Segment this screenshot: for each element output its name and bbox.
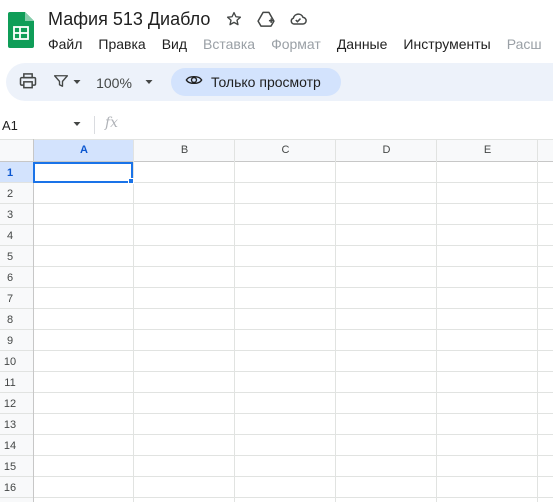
cloud-status-icon[interactable] xyxy=(288,9,308,29)
toolbar: 100% Только просмотр xyxy=(6,63,553,101)
row-header-4[interactable]: 4 xyxy=(0,225,20,246)
row-header-13[interactable]: 13 xyxy=(0,414,20,435)
row-header-9[interactable]: 9 xyxy=(0,330,20,351)
name-box-dropdown-icon[interactable] xyxy=(72,116,82,134)
row-header-10[interactable]: 10 xyxy=(0,351,20,372)
row-header-15[interactable]: 15 xyxy=(0,456,20,477)
row-header-11[interactable]: 11 xyxy=(0,372,20,393)
move-to-drive-icon[interactable] xyxy=(256,9,276,29)
row-header-1[interactable]: 1 xyxy=(0,162,20,183)
zoom-select[interactable]: 100% xyxy=(92,72,158,94)
zoom-value: 100% xyxy=(96,75,132,91)
filter-dropdown-arrow-icon xyxy=(72,74,82,92)
grid-lines xyxy=(0,139,553,502)
menu-tools[interactable]: Инструменты xyxy=(395,36,498,52)
menu-data[interactable]: Данные xyxy=(329,36,396,52)
menu-extensions[interactable]: Расш xyxy=(499,36,550,52)
spreadsheet-grid[interactable]: A B C D E 1 2 3 4 5 6 7 8 9 10 11 12 13 … xyxy=(0,139,553,502)
print-button[interactable] xyxy=(16,72,40,94)
active-cell-a1[interactable] xyxy=(33,162,133,183)
menu-edit[interactable]: Правка xyxy=(90,36,153,52)
formula-bar: A1 fx xyxy=(0,110,553,138)
row-header-14[interactable]: 14 xyxy=(0,435,20,456)
zoom-dropdown-arrow-icon xyxy=(144,74,154,92)
column-header-a[interactable]: A xyxy=(34,139,134,161)
menu-view[interactable]: Вид xyxy=(154,36,195,52)
sheets-logo-icon[interactable] xyxy=(8,12,34,48)
row-header-8[interactable]: 8 xyxy=(0,309,20,330)
row-header-16[interactable]: 16 xyxy=(0,477,20,498)
print-icon xyxy=(18,71,38,96)
name-box[interactable]: A1 xyxy=(0,116,82,134)
row-header-2[interactable]: 2 xyxy=(0,183,20,204)
view-only-button[interactable]: Только просмотр xyxy=(171,68,341,96)
fill-handle[interactable] xyxy=(128,178,134,184)
column-header-c[interactable]: C xyxy=(235,139,336,161)
filter-button[interactable] xyxy=(50,72,84,94)
menu-format[interactable]: Формат xyxy=(263,36,329,52)
view-only-label: Только просмотр xyxy=(211,74,321,90)
row-header-7[interactable]: 7 xyxy=(0,288,20,309)
row-header-5[interactable]: 5 xyxy=(0,246,20,267)
column-header-d[interactable]: D xyxy=(336,139,437,161)
formula-divider xyxy=(94,116,95,134)
title-row: Мафия 513 Диабло xyxy=(48,6,308,32)
column-header-b[interactable]: B xyxy=(134,139,235,161)
row-header-3[interactable]: 3 xyxy=(0,204,20,225)
fx-icon: fx xyxy=(105,115,119,131)
menu-insert[interactable]: Вставка xyxy=(195,36,263,52)
eye-icon xyxy=(185,71,203,94)
menu-file[interactable]: Файл xyxy=(40,36,90,52)
menu-bar: Файл Правка Вид Вставка Формат Данные Ин… xyxy=(40,34,550,54)
document-title[interactable]: Мафия 513 Диабло xyxy=(48,9,210,30)
row-header-12[interactable]: 12 xyxy=(0,393,20,414)
row-header-6[interactable]: 6 xyxy=(0,267,20,288)
star-icon[interactable] xyxy=(224,9,244,29)
column-header-e[interactable]: E xyxy=(437,139,538,161)
filter-icon xyxy=(52,72,70,95)
cell-reference: A1 xyxy=(2,117,18,133)
